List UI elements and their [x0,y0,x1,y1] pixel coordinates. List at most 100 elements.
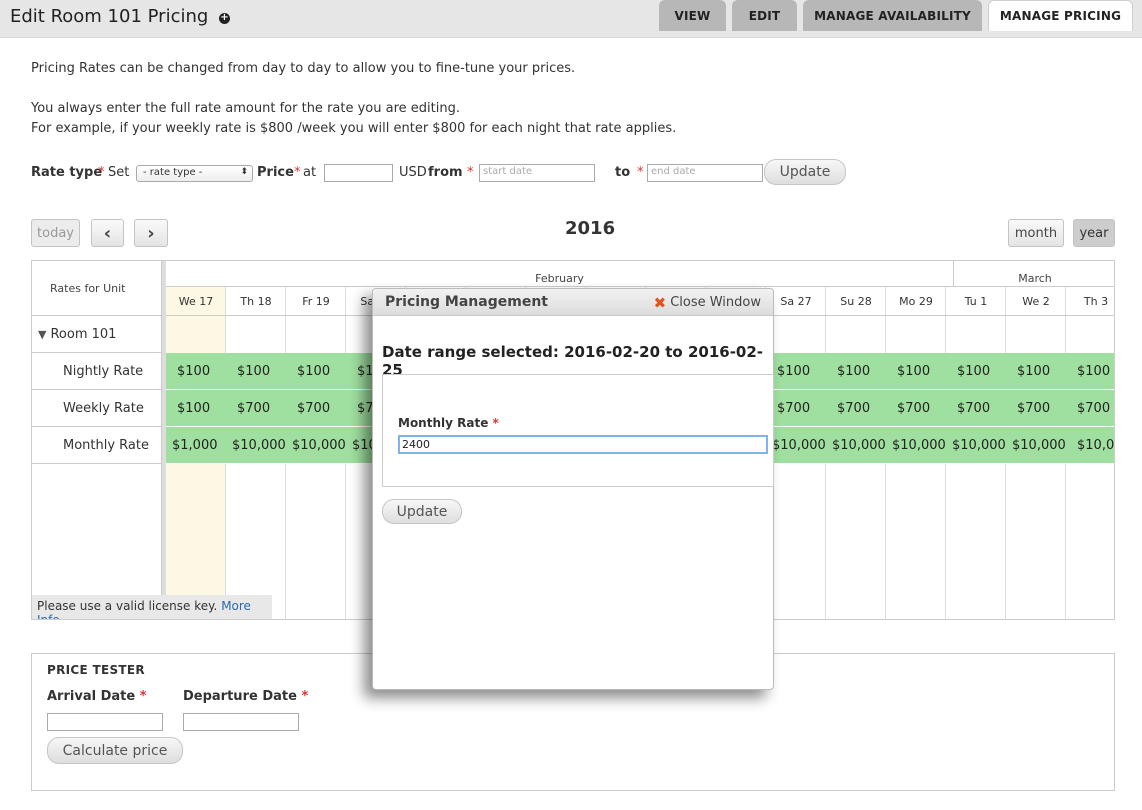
required-mark: * [294,165,301,180]
required-mark: * [98,165,105,180]
rate-type-select[interactable]: - rate type - ⬍ [136,165,253,182]
rate-cell[interactable]: $10,000 [766,427,826,463]
close-window-label[interactable]: Close Window [670,295,761,310]
rate-cell[interactable]: $700 [826,390,886,426]
rate-cell[interactable]: $10,0 [1066,427,1114,463]
rate-row-label-nightly: Nightly Rate [32,353,162,390]
rate-cell[interactable]: $100 [826,353,886,389]
from-label: from [428,165,463,180]
pricing-management-dialog: Pricing Management ✖ Close Window Date r… [372,288,774,690]
dialog-update-button[interactable]: Update [382,499,462,524]
rate-cell[interactable]: $100 [166,390,226,426]
rate-cell[interactable]: $700 [1066,390,1114,426]
resource-column: Rates for Unit ▼ Room 101 Nightly Rate W… [32,261,162,619]
update-rate-button[interactable]: Update [764,159,846,185]
dialog-title: Pricing Management [385,294,548,310]
close-window-button[interactable]: ✖ Close Window [654,295,761,310]
intro-text-2: You always enter the full rate amount fo… [31,101,460,116]
price-input[interactable] [324,164,393,182]
rate-cell[interactable]: $100 [286,353,346,389]
tab-manage-availability[interactable]: MANAGE AVAILABILITY [803,0,982,31]
departure-date-label: Departure Date * [183,689,308,704]
next-chevron-icon[interactable]: › [134,219,168,247]
rate-row-label-monthly: Monthly Rate [32,427,162,464]
rate-cell[interactable]: $100 [946,353,1006,389]
expand-triangle-icon[interactable]: ▼ [38,328,46,341]
unit-row[interactable]: ▼ Room 101 [32,316,162,353]
unit-name: Room 101 [50,326,117,342]
rate-cell[interactable]: $10,000 [886,427,946,463]
calculate-price-button[interactable]: Calculate price [47,737,183,764]
rate-cell[interactable]: $700 [226,390,286,426]
monthly-rate-label: Monthly Rate * [398,416,499,430]
monthly-rate-input[interactable]: 2400 [398,435,768,454]
today-button[interactable]: today [31,219,80,247]
day-label: We 2 [1006,287,1066,316]
rate-type-select-value: - rate type - [143,167,203,178]
dialog-header[interactable]: Pricing Management ✖ Close Window [373,289,773,316]
end-date-input[interactable]: end date [647,164,763,182]
page-title: Edit Room 101 Pricing [10,6,209,27]
rate-row-label-weekly: Weekly Rate [32,390,162,427]
rate-cell[interactable]: $700 [1006,390,1066,426]
rate-cell[interactable]: $10,000 [826,427,886,463]
rate-cell[interactable]: $10,000 [1006,427,1066,463]
arrival-date-input[interactable] [47,713,163,731]
start-date-input[interactable]: start date [479,164,595,182]
prev-chevron-icon[interactable]: ‹ [91,219,124,247]
monthly-rate-label-text: Monthly Rate [398,416,489,430]
intro-text-3: For example, if your weekly rate is $800… [31,121,677,136]
required-mark: * [637,165,644,180]
required-mark: * [139,689,147,704]
day-label: Sa 27 [766,287,826,316]
add-icon[interactable]: + [219,13,230,24]
intro-text-1: Pricing Rates can be changed from day to… [31,61,576,76]
day-label: Fr 19 [286,287,346,316]
rate-form: Rate type * Set - rate type - ⬍ Price * … [31,158,931,188]
rate-cell[interactable]: $100 [1006,353,1066,389]
resource-header: Rates for Unit [32,261,162,316]
usd-label: USD [399,165,427,180]
rate-cell[interactable]: $700 [886,390,946,426]
day-label: Tu 1 [946,287,1006,316]
month-label-march: March [1018,272,1052,285]
dialog-form-box: Monthly Rate * 2400 [382,374,774,487]
rate-cell[interactable]: $100 [886,353,946,389]
day-label: Th 3 [1066,287,1114,316]
license-text: Please use a valid license key. [37,599,218,613]
select-arrows-icon: ⬍ [240,167,248,177]
departure-date-label-text: Departure Date [183,689,297,704]
year-view-button[interactable]: year [1073,219,1115,247]
month-header-row: February March [166,261,1114,287]
rate-cell[interactable]: $100 [166,353,226,389]
rate-cell[interactable]: $10,000 [286,427,346,463]
price-label: Price [257,165,294,180]
rate-cell[interactable]: $100 [226,353,286,389]
rate-cell[interactable]: $700 [946,390,1006,426]
tab-manage-pricing[interactable]: MANAGE PRICING [988,0,1133,31]
month-view-button[interactable]: month [1008,219,1064,247]
required-mark: * [301,689,309,704]
at-label: at [303,165,317,180]
license-notice: Please use a valid license key. More Inf… [32,595,272,619]
rate-cell[interactable]: $700 [286,390,346,426]
arrival-date-label-text: Arrival Date [47,689,136,704]
day-label: We 17 [166,287,226,316]
rate-cell[interactable]: $100 [766,353,826,389]
tab-view[interactable]: VIEW [659,0,726,31]
rate-cell[interactable]: $10,000 [226,427,286,463]
rate-cell[interactable]: $100 [1066,353,1114,389]
rate-cell[interactable]: $700 [766,390,826,426]
set-label: Set [108,165,130,180]
departure-date-input[interactable] [183,713,299,731]
month-label-february: February [166,261,954,287]
tab-edit[interactable]: EDIT [732,0,797,31]
to-label: to [615,165,631,180]
calendar-year-title: 2016 [565,218,616,239]
day-label: Th 18 [226,287,286,316]
required-mark: * [467,165,474,180]
close-icon[interactable]: ✖ [654,295,667,310]
rate-cell[interactable]: $10,000 [946,427,1006,463]
rate-cell[interactable]: $1,000 [166,427,226,463]
price-tester-title: PRICE TESTER [47,663,145,677]
